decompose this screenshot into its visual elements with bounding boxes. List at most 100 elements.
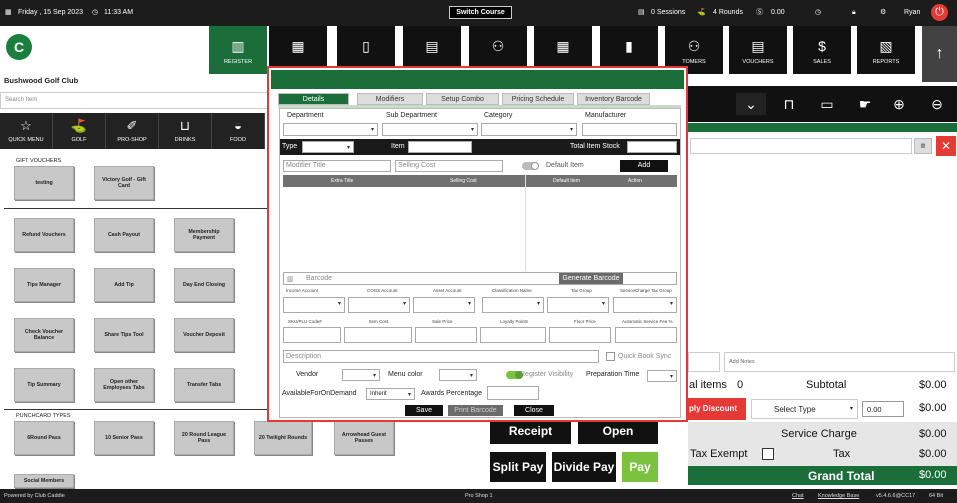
item-cost-input[interactable] [344, 327, 412, 343]
knowledge-base-link[interactable]: Knowledge Base [818, 493, 859, 499]
tax-group-select[interactable] [547, 297, 609, 313]
open-button[interactable]: Open [578, 420, 658, 444]
user-name[interactable]: Ryan [904, 8, 920, 18]
notes-input[interactable]: Add Notes [724, 352, 955, 372]
nav-vouchers[interactable]: ▤ VOUCHERS [729, 26, 787, 74]
notes-left-field[interactable] [688, 352, 720, 372]
tab-pricing-schedule[interactable]: Pricing Schedule [502, 93, 574, 105]
plus-icon[interactable]: ⊕ [888, 93, 910, 115]
pay-button[interactable]: Pay [622, 452, 658, 482]
nav-register[interactable]: ▥ REGISTER [209, 26, 267, 74]
receipt-button[interactable]: Receipt [490, 420, 571, 444]
tile-share-tips-tool[interactable]: Share Tips Tool [94, 318, 154, 352]
tile-voucher-deposit[interactable]: Voucher Deposit [174, 318, 234, 352]
tab-modifiers[interactable]: Modifiers [357, 93, 423, 105]
tax-exempt-checkbox[interactable] [762, 448, 774, 460]
tile-arrowhead-guest[interactable]: Arrowhead Guest Passes [334, 421, 394, 455]
tile-day-end-closing[interactable]: Day End Closing [174, 268, 234, 302]
modifier-title-input[interactable]: Modifier Title [283, 160, 391, 172]
tile-tip-summary[interactable]: Tip Summary [14, 368, 74, 402]
print-barcode-button[interactable]: Print Barcode [448, 405, 503, 416]
category-golf[interactable]: ⛳ GOLF [53, 113, 106, 149]
description-input[interactable]: Description [283, 350, 599, 363]
tile-social-members[interactable]: Social Members [14, 474, 74, 488]
lock-icon[interactable]: 🔒︎ [852, 8, 856, 18]
tile-tips-manager[interactable]: Tips Manager [14, 268, 74, 302]
power-icon[interactable]: ⏻ [931, 4, 948, 21]
category-drinks[interactable]: ⊔ DRINKS [159, 113, 212, 149]
chat-link[interactable]: Chat [792, 493, 804, 499]
search-input[interactable]: Search Item [0, 92, 268, 109]
tile-open-other-tabs[interactable]: Open other Employees Tabs [94, 368, 154, 402]
asset-account-select[interactable] [413, 297, 475, 313]
category-quick-menu[interactable]: ☆ QUICK MENU [0, 113, 53, 149]
tab-inventory-barcode[interactable]: Inventory Barcode [577, 93, 650, 105]
generate-barcode-button[interactable]: Generate Barcode [559, 273, 623, 284]
switch-course-button[interactable]: Switch Course [449, 6, 512, 19]
cogs-account-select[interactable] [348, 297, 410, 313]
awards-percentage-input[interactable] [487, 386, 539, 400]
sub-department-select[interactable] [382, 123, 478, 136]
item-input[interactable] [408, 141, 472, 153]
tile-testing[interactable]: testing [14, 166, 74, 200]
save-button[interactable]: Save [405, 405, 443, 416]
tile-20-twilight-rounds[interactable]: 20 Twilight Rounds [254, 421, 312, 455]
sale-price-input[interactable] [415, 327, 477, 343]
rounds-count[interactable]: 4 Rounds [713, 8, 743, 18]
minus-icon[interactable]: ⊖ [926, 93, 948, 115]
golf-cart-icon[interactable]: ⊓ [774, 93, 804, 115]
tile-refund-vouchers[interactable]: Refund Vouchers [14, 218, 74, 252]
total-item-stock-input[interactable] [627, 141, 677, 153]
nav-reports[interactable]: ▧ REPORTS [857, 26, 915, 74]
preparation-time-select[interactable] [647, 370, 677, 382]
auto-service-fee-input[interactable] [615, 327, 677, 343]
gear-icon[interactable]: ⚙ [880, 8, 886, 18]
tab-details[interactable]: Details [278, 93, 349, 105]
vendor-select[interactable] [342, 369, 380, 381]
category-food[interactable]: ◒ FOOD [212, 113, 265, 149]
sku-input[interactable] [283, 327, 341, 343]
divide-pay-button[interactable]: Divide Pay [552, 452, 616, 482]
manufacturer-input[interactable] [582, 123, 677, 136]
type-select[interactable] [302, 141, 354, 153]
servicecharge-tax-group-select[interactable] [613, 297, 677, 313]
discount-value-input[interactable]: 0.00 [862, 401, 904, 417]
category-pro-shop[interactable]: ✐ PRO-SHOP [106, 113, 159, 149]
tab-setup-combo[interactable]: Setup Combo [426, 93, 499, 105]
clock-toggle-icon[interactable]: ◷ [815, 8, 821, 18]
income-account-select[interactable] [283, 297, 345, 313]
menu-color-select[interactable] [439, 369, 477, 381]
tile-victory-gift[interactable]: Victory Golf - Gift Card [94, 166, 154, 200]
hand-icon[interactable]: ☛ [850, 93, 880, 115]
apply-discount-button[interactable]: ply Discount [688, 398, 746, 420]
nav-sales[interactable]: $ SALES [793, 26, 851, 74]
selling-cost-input[interactable]: Selling Cost [395, 160, 503, 172]
category-select[interactable] [481, 123, 577, 136]
card-swipe-icon[interactable]: ▭ [812, 93, 842, 115]
quick-book-sync-checkbox[interactable] [606, 352, 615, 361]
tile-add-tip[interactable]: Add Tip [94, 268, 154, 302]
tile-check-voucher-balance[interactable]: Check Voucher Balance [14, 318, 74, 352]
sessions-count[interactable]: 0 Sessions [651, 8, 685, 18]
default-item-toggle[interactable] [522, 162, 539, 170]
tile-transfer-tabs[interactable]: Transfer Tabs [174, 368, 234, 402]
close-icon[interactable]: ✕ [936, 136, 956, 156]
close-button[interactable]: Close [514, 405, 554, 416]
golf-cart-icon[interactable]: ⛳ [697, 8, 706, 18]
chevron-down-icon[interactable]: ⌄ [736, 93, 766, 115]
discount-type-select[interactable]: Select Type ▾ [751, 399, 858, 419]
tile-cash-payout[interactable]: Cash Payout [94, 218, 154, 252]
loyalty-points-input[interactable] [480, 327, 546, 343]
tile-6round-pass[interactable]: 6Round Pass [14, 421, 74, 455]
department-select[interactable] [283, 123, 378, 136]
scroll-up-button[interactable]: ↑ [922, 26, 957, 82]
scanner-icon[interactable]: ▥ [914, 138, 932, 154]
floor-price-input[interactable] [549, 327, 611, 343]
available-on-demand-select[interactable]: Inherit [366, 388, 415, 400]
split-pay-button[interactable]: Split Pay [490, 452, 546, 482]
customer-input[interactable] [690, 138, 912, 154]
tile-membership-payment[interactable]: Membership Payment [174, 218, 234, 252]
classification-name-select[interactable] [482, 297, 544, 313]
add-modifier-button[interactable]: Add [620, 160, 668, 172]
tile-10-senior-pass[interactable]: 10 Senior Pass [94, 421, 154, 455]
